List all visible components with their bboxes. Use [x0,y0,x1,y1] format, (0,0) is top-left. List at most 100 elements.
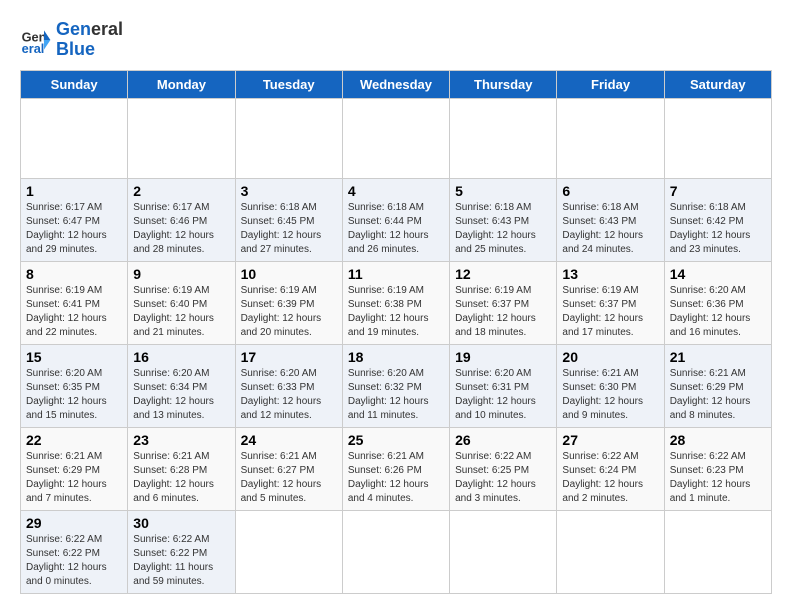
day-info: Sunrise: 6:19 AM Sunset: 6:39 PM Dayligh… [241,284,337,340]
day-number: 9 [133,266,229,282]
calendar-cell: 10 Sunrise: 6:19 AM Sunset: 6:39 PM Dayli… [235,261,342,344]
calendar-cell: 19 Sunrise: 6:20 AM Sunset: 6:31 PM Dayli… [450,344,557,427]
day-number: 8 [26,266,122,282]
calendar-cell: 14 Sunrise: 6:20 AM Sunset: 6:36 PM Dayli… [664,261,771,344]
calendar-cell [450,98,557,178]
logo: Gen eral General Blue [20,20,123,60]
day-info: Sunrise: 6:20 AM Sunset: 6:33 PM Dayligh… [241,367,337,423]
calendar-cell: 12Sunrise: 6:19 AM Sunset: 6:37 PM Dayli… [450,261,557,344]
day-info: Sunrise: 6:20 AM Sunset: 6:36 PM Dayligh… [670,284,766,340]
calendar-cell [235,98,342,178]
calendar-cell: 21 Sunrise: 6:21 AM Sunset: 6:29 PM Dayli… [664,344,771,427]
calendar-cell [664,510,771,593]
calendar-cell [235,510,342,593]
day-info: Sunrise: 6:19 AM Sunset: 6:40 PM Dayligh… [133,284,229,340]
day-number: 4 [348,183,444,199]
day-info: Sunrise: 6:22 AM Sunset: 6:23 PM Dayligh… [670,450,766,506]
day-info: Sunrise: 6:22 AM Sunset: 6:22 PM Dayligh… [26,533,122,589]
calendar-cell: 11 Sunrise: 6:19 AM Sunset: 6:38 PM Dayli… [342,261,449,344]
day-info: Sunrise: 6:20 AM Sunset: 6:35 PM Dayligh… [26,367,122,423]
day-number: 11 [348,266,444,282]
day-number: 21 [670,349,766,365]
day-header-sunday: Sunday [21,70,128,98]
calendar-cell: 29Sunrise: 6:22 AM Sunset: 6:22 PM Dayli… [21,510,128,593]
day-header-wednesday: Wednesday [342,70,449,98]
day-info: Sunrise: 6:18 AM Sunset: 6:43 PM Dayligh… [562,201,658,257]
day-number: 5 [455,183,551,199]
day-number: 23 [133,432,229,448]
day-number: 10 [241,266,337,282]
day-number: 30 [133,515,229,531]
day-number: 6 [562,183,658,199]
day-info: Sunrise: 6:19 AM Sunset: 6:37 PM Dayligh… [562,284,658,340]
day-number: 19 [455,349,551,365]
day-info: Sunrise: 6:22 AM Sunset: 6:25 PM Dayligh… [455,450,551,506]
day-info: Sunrise: 6:21 AM Sunset: 6:27 PM Dayligh… [241,450,337,506]
day-number: 27 [562,432,658,448]
day-info: Sunrise: 6:20 AM Sunset: 6:31 PM Dayligh… [455,367,551,423]
calendar-cell [342,98,449,178]
day-number: 16 [133,349,229,365]
calendar-cell: 1Sunrise: 6:17 AM Sunset: 6:47 PM Daylig… [21,178,128,261]
day-number: 15 [26,349,122,365]
day-info: Sunrise: 6:21 AM Sunset: 6:26 PM Dayligh… [348,450,444,506]
calendar-cell: 24 Sunrise: 6:21 AM Sunset: 6:27 PM Dayli… [235,427,342,510]
day-info: Sunrise: 6:22 AM Sunset: 6:24 PM Dayligh… [562,450,658,506]
day-info: Sunrise: 6:19 AM Sunset: 6:38 PM Dayligh… [348,284,444,340]
day-number: 20 [562,349,658,365]
day-info: Sunrise: 6:22 AM Sunset: 6:22 PM Dayligh… [133,533,229,589]
calendar-week-row: 29Sunrise: 6:22 AM Sunset: 6:22 PM Dayli… [21,510,772,593]
day-info: Sunrise: 6:19 AM Sunset: 6:37 PM Dayligh… [455,284,551,340]
calendar-week-row: 15 Sunrise: 6:20 AM Sunset: 6:35 PM Dayli… [21,344,772,427]
calendar-cell: 17 Sunrise: 6:20 AM Sunset: 6:33 PM Dayli… [235,344,342,427]
logo-text: General Blue [56,20,123,60]
day-number: 26 [455,432,551,448]
day-number: 25 [348,432,444,448]
calendar-cell [450,510,557,593]
day-info: Sunrise: 6:21 AM Sunset: 6:30 PM Dayligh… [562,367,658,423]
calendar-cell: 23 Sunrise: 6:21 AM Sunset: 6:28 PM Dayli… [128,427,235,510]
page-header: Gen eral General Blue [20,20,772,60]
day-number: 24 [241,432,337,448]
day-info: Sunrise: 6:20 AM Sunset: 6:32 PM Dayligh… [348,367,444,423]
day-number: 17 [241,349,337,365]
day-number: 28 [670,432,766,448]
calendar-week-row: 1Sunrise: 6:17 AM Sunset: 6:47 PM Daylig… [21,178,772,261]
calendar-cell: 30 Sunrise: 6:22 AM Sunset: 6:22 PM Dayli… [128,510,235,593]
calendar-cell: 15 Sunrise: 6:20 AM Sunset: 6:35 PM Dayli… [21,344,128,427]
calendar-cell [128,98,235,178]
calendar-header-row: SundayMondayTuesdayWednesdayThursdayFrid… [21,70,772,98]
day-header-tuesday: Tuesday [235,70,342,98]
day-number: 2 [133,183,229,199]
calendar-cell [21,98,128,178]
day-number: 18 [348,349,444,365]
day-info: Sunrise: 6:18 AM Sunset: 6:43 PM Dayligh… [455,201,551,257]
day-number: 13 [562,266,658,282]
day-info: Sunrise: 6:17 AM Sunset: 6:46 PM Dayligh… [133,201,229,257]
svg-text:eral: eral [22,41,45,56]
day-header-thursday: Thursday [450,70,557,98]
calendar-cell: 8Sunrise: 6:19 AM Sunset: 6:41 PM Daylig… [21,261,128,344]
calendar-week-row: 22Sunrise: 6:21 AM Sunset: 6:29 PM Dayli… [21,427,772,510]
day-number: 22 [26,432,122,448]
calendar-cell: 5 Sunrise: 6:18 AM Sunset: 6:43 PM Daylig… [450,178,557,261]
calendar-cell: 22Sunrise: 6:21 AM Sunset: 6:29 PM Dayli… [21,427,128,510]
calendar-cell [557,98,664,178]
calendar-cell: 6 Sunrise: 6:18 AM Sunset: 6:43 PM Daylig… [557,178,664,261]
day-info: Sunrise: 6:17 AM Sunset: 6:47 PM Dayligh… [26,201,122,257]
calendar-cell [557,510,664,593]
day-number: 3 [241,183,337,199]
calendar-cell: 16Sunrise: 6:20 AM Sunset: 6:34 PM Dayli… [128,344,235,427]
day-number: 14 [670,266,766,282]
day-info: Sunrise: 6:21 AM Sunset: 6:28 PM Dayligh… [133,450,229,506]
day-info: Sunrise: 6:21 AM Sunset: 6:29 PM Dayligh… [670,367,766,423]
day-info: Sunrise: 6:18 AM Sunset: 6:44 PM Dayligh… [348,201,444,257]
day-info: Sunrise: 6:18 AM Sunset: 6:45 PM Dayligh… [241,201,337,257]
calendar-cell: 28 Sunrise: 6:22 AM Sunset: 6:23 PM Dayli… [664,427,771,510]
calendar-cell: 4 Sunrise: 6:18 AM Sunset: 6:44 PM Daylig… [342,178,449,261]
calendar-cell: 3 Sunrise: 6:18 AM Sunset: 6:45 PM Daylig… [235,178,342,261]
logo-icon: Gen eral [20,24,52,56]
day-header-saturday: Saturday [664,70,771,98]
calendar-cell: 18 Sunrise: 6:20 AM Sunset: 6:32 PM Dayli… [342,344,449,427]
calendar-cell: 2 Sunrise: 6:17 AM Sunset: 6:46 PM Daylig… [128,178,235,261]
